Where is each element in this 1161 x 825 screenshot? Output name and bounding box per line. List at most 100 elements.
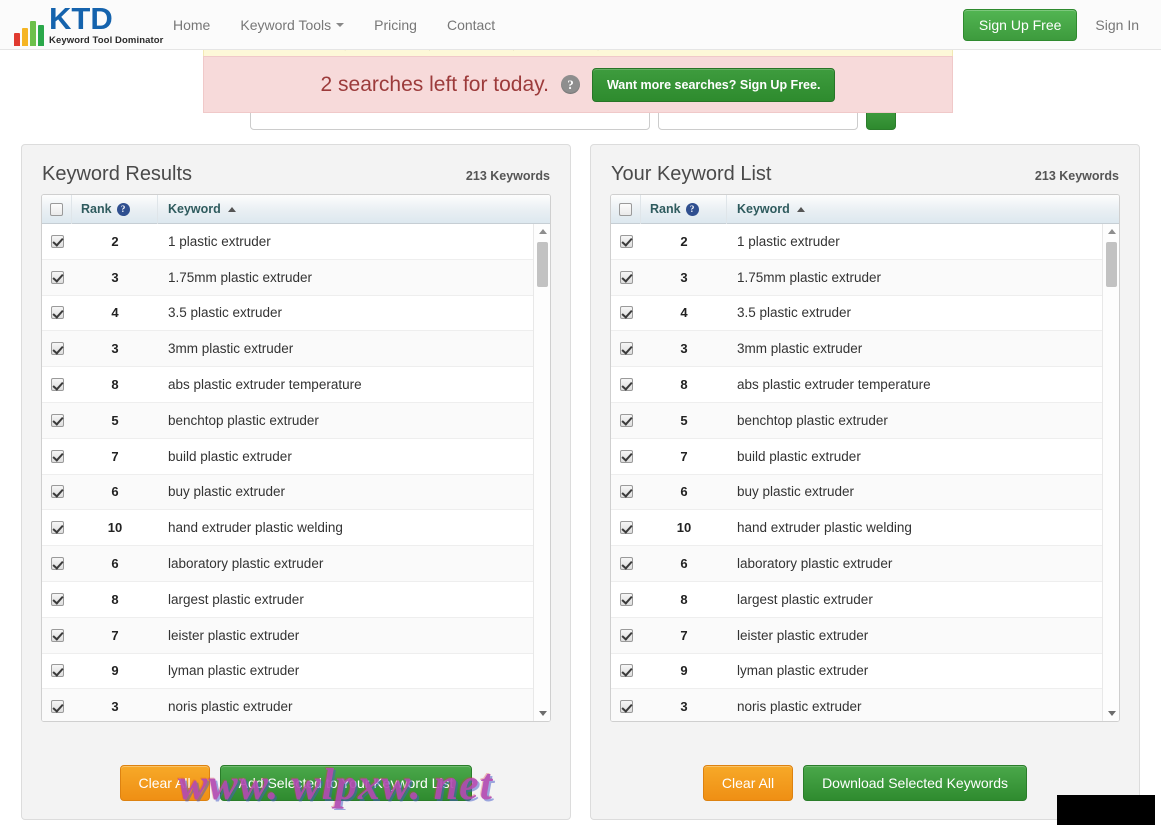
nav-item-pricing[interactable]: Pricing <box>359 0 432 50</box>
row-checkbox-cell[interactable] <box>42 557 72 571</box>
question-mark-icon[interactable]: ? <box>560 75 580 94</box>
nav-item-home[interactable]: Home <box>158 0 225 50</box>
want-more-searches-button[interactable]: Want more searches? Sign Up Free. <box>591 67 836 102</box>
table-row[interactable]: 6 laboratory plastic extruder <box>611 546 1119 582</box>
results-col-rank[interactable]: Rank ? <box>72 195 158 224</box>
table-row[interactable]: 10 hand extruder plastic welding <box>42 510 550 547</box>
rank-help-icon[interactable]: ? <box>116 202 130 216</box>
row-checkbox-cell[interactable] <box>611 521 641 535</box>
table-row[interactable]: 5 benchtop plastic extruder <box>42 402 550 439</box>
row-checkbox-cell[interactable] <box>611 664 641 678</box>
site-logo[interactable]: KTD Keyword Tool Dominator <box>14 3 163 46</box>
row-checkbox[interactable] <box>619 306 633 320</box>
row-checkbox[interactable] <box>50 378 64 392</box>
row-checkbox[interactable] <box>50 700 64 714</box>
row-checkbox[interactable] <box>50 485 64 499</box>
results-scrollbar-thumb[interactable] <box>537 242 548 287</box>
row-checkbox-cell[interactable] <box>42 628 72 642</box>
table-row[interactable]: 7 leister plastic extruder <box>42 617 550 654</box>
row-checkbox-cell[interactable] <box>611 306 641 320</box>
table-row[interactable]: 9 lyman plastic extruder <box>611 653 1119 690</box>
row-checkbox-cell[interactable] <box>42 413 72 427</box>
row-checkbox[interactable] <box>50 557 64 571</box>
row-checkbox-cell[interactable] <box>42 521 72 535</box>
rank-help-icon[interactable]: ? <box>685 202 699 216</box>
table-row[interactable]: 6 buy plastic extruder <box>611 474 1119 511</box>
row-checkbox[interactable] <box>619 234 633 248</box>
row-checkbox[interactable] <box>619 664 633 678</box>
table-row[interactable]: 2 1 plastic extruder <box>611 224 1119 260</box>
row-checkbox-cell[interactable] <box>611 378 641 392</box>
table-row[interactable]: 8 abs plastic extruder temperature <box>42 367 550 403</box>
row-checkbox-cell[interactable] <box>611 270 641 284</box>
row-checkbox[interactable] <box>50 342 64 356</box>
row-checkbox-cell[interactable] <box>42 234 72 248</box>
row-checkbox[interactable] <box>50 270 64 284</box>
list-scroll-up-button[interactable] <box>1103 224 1119 239</box>
row-checkbox-cell[interactable] <box>42 485 72 499</box>
row-checkbox-cell[interactable] <box>42 700 72 714</box>
add-selected-to-list-button[interactable]: Add Selected to Your Keyword List <box>219 765 473 801</box>
table-row[interactable]: 9 lyman plastic extruder <box>42 653 550 690</box>
row-checkbox-cell[interactable] <box>611 628 641 642</box>
list-select-all-cell[interactable] <box>611 195 641 224</box>
row-checkbox[interactable] <box>50 306 64 320</box>
table-row[interactable]: 4 3.5 plastic extruder <box>611 295 1119 332</box>
row-checkbox[interactable] <box>50 664 64 678</box>
results-scroll-down-button[interactable] <box>534 706 550 721</box>
row-checkbox[interactable] <box>50 449 64 463</box>
nav-item-keyword-tools[interactable]: Keyword Tools <box>225 0 359 50</box>
row-checkbox[interactable] <box>619 700 633 714</box>
table-row[interactable]: 6 laboratory plastic extruder <box>42 546 550 582</box>
row-checkbox[interactable] <box>619 342 633 356</box>
results-clear-all-button[interactable]: Clear All <box>119 765 210 801</box>
row-checkbox-cell[interactable] <box>42 306 72 320</box>
row-checkbox-cell[interactable] <box>42 270 72 284</box>
table-row[interactable]: 8 largest plastic extruder <box>611 581 1119 618</box>
results-scrollbar[interactable] <box>533 224 550 721</box>
download-selected-keywords-button[interactable]: Download Selected Keywords <box>803 765 1028 801</box>
row-checkbox[interactable] <box>50 234 64 248</box>
row-checkbox[interactable] <box>50 628 64 642</box>
row-checkbox-cell[interactable] <box>611 449 641 463</box>
sign-up-free-button[interactable]: Sign Up Free <box>962 9 1078 41</box>
list-col-rank[interactable]: Rank ? <box>641 195 727 224</box>
list-scroll-down-button[interactable] <box>1103 706 1119 721</box>
table-row[interactable]: 6 buy plastic extruder <box>42 474 550 511</box>
table-row[interactable]: 4 3.5 plastic extruder <box>42 295 550 332</box>
row-checkbox[interactable] <box>50 521 64 535</box>
list-col-keyword[interactable]: Keyword <box>727 202 1119 216</box>
row-checkbox-cell[interactable] <box>611 485 641 499</box>
row-checkbox-cell[interactable] <box>42 378 72 392</box>
table-row[interactable]: 10 hand extruder plastic welding <box>611 510 1119 547</box>
table-row[interactable]: 7 build plastic extruder <box>611 438 1119 475</box>
row-checkbox[interactable] <box>619 557 633 571</box>
table-row[interactable]: 3 1.75mm plastic extruder <box>42 259 550 296</box>
row-checkbox[interactable] <box>619 270 633 284</box>
results-col-keyword[interactable]: Keyword <box>158 202 550 216</box>
row-checkbox[interactable] <box>619 592 633 606</box>
table-row[interactable]: 7 leister plastic extruder <box>611 617 1119 654</box>
table-row[interactable]: 3 1.75mm plastic extruder <box>611 259 1119 296</box>
row-checkbox-cell[interactable] <box>611 557 641 571</box>
row-checkbox-cell[interactable] <box>42 342 72 356</box>
list-scrollbar-thumb[interactable] <box>1106 242 1117 287</box>
results-select-all-checkbox[interactable] <box>50 202 63 216</box>
row-checkbox-cell[interactable] <box>611 700 641 714</box>
row-checkbox-cell[interactable] <box>42 449 72 463</box>
table-row[interactable]: 8 largest plastic extruder <box>42 581 550 618</box>
row-checkbox[interactable] <box>50 592 64 606</box>
nav-item-contact[interactable]: Contact <box>432 0 510 50</box>
row-checkbox-cell[interactable] <box>611 342 641 356</box>
row-checkbox[interactable] <box>619 449 633 463</box>
row-checkbox-cell[interactable] <box>611 592 641 606</box>
row-checkbox[interactable] <box>619 521 633 535</box>
row-checkbox[interactable] <box>619 628 633 642</box>
table-row[interactable]: 2 1 plastic extruder <box>42 224 550 260</box>
table-row[interactable]: 7 build plastic extruder <box>42 438 550 475</box>
table-row[interactable]: 3 noris plastic extruder <box>42 689 550 721</box>
results-scroll-up-button[interactable] <box>534 224 550 239</box>
table-row[interactable]: 5 benchtop plastic extruder <box>611 402 1119 439</box>
list-select-all-checkbox[interactable] <box>619 202 632 216</box>
row-checkbox-cell[interactable] <box>42 664 72 678</box>
